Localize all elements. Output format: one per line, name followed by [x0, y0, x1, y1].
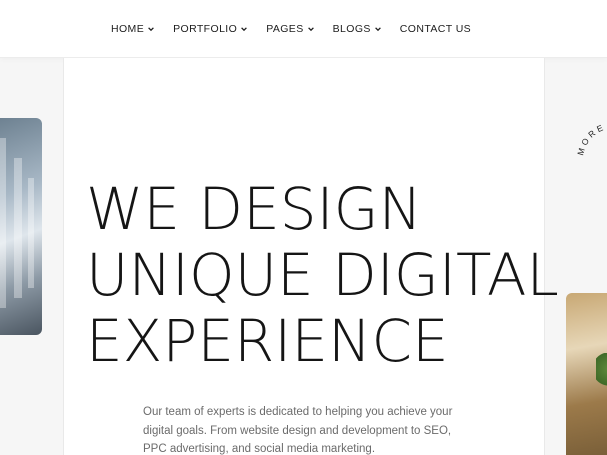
nav-item-label: PORTFOLIO — [173, 23, 238, 35]
nav-item-blogs[interactable]: BLOGS — [333, 23, 382, 35]
hero-description: Our team of experts is dedicated to help… — [143, 406, 453, 455]
nav-item-label: HOME — [111, 23, 145, 35]
badge-text: MORE · E — [575, 120, 607, 156]
chevron-down-icon — [374, 27, 381, 32]
top-navigation-bar: HOME PORTFOLIO PAGES BLOGS CONTACT US — [0, 0, 607, 58]
chevron-down-icon — [148, 27, 154, 32]
hero-title-line: EXPERIENCE — [86, 307, 449, 375]
main-nav: HOME PORTFOLIO PAGES BLOGS CONTACT US — [111, 21, 471, 37]
nav-item-contact-us[interactable]: CONTACT US — [400, 23, 471, 35]
chevron-down-icon — [307, 27, 314, 32]
nav-item-label: PAGES — [266, 23, 304, 35]
nav-item-label: CONTACT US — [399, 23, 472, 35]
hero-title-line: WE DESIGN — [86, 175, 422, 243]
plant-decoration — [596, 353, 607, 393]
hero-title: WE DESIGN UNIQUE DIGITAL EXPERIENCE — [86, 176, 586, 374]
nav-item-pages[interactable]: PAGES — [266, 23, 314, 35]
chevron-down-icon — [241, 27, 248, 32]
nav-item-portfolio[interactable]: PORTFOLIO — [173, 23, 248, 35]
nav-item-home[interactable]: HOME — [111, 23, 155, 35]
hero-title-line: UNIQUE DIGITAL — [86, 241, 559, 309]
workspace-photo — [566, 293, 607, 455]
window-pane — [28, 178, 34, 288]
window-pane — [0, 138, 6, 308]
svg-text:MORE · E: MORE · E — [575, 120, 607, 156]
nav-item-label: BLOGS — [332, 23, 371, 35]
window-pane — [14, 158, 22, 298]
office-photo — [0, 118, 42, 335]
